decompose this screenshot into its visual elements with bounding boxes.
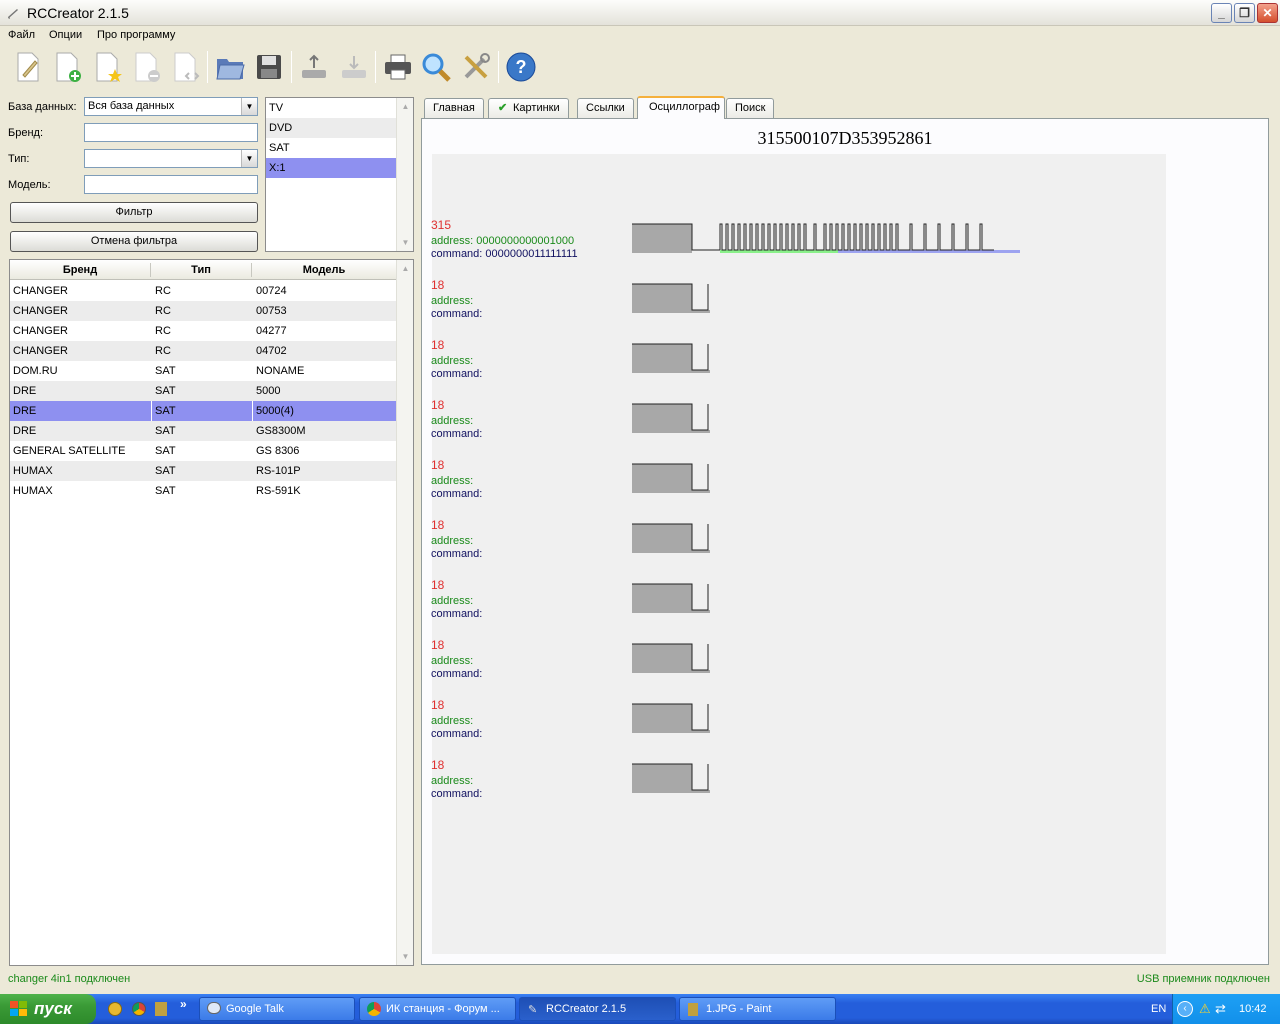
paint-icon: [688, 1003, 698, 1016]
network-icon[interactable]: ⇄: [1215, 1001, 1226, 1017]
waveform-burst: [632, 344, 692, 373]
waveform-pulse-train: [719, 223, 994, 251]
taskbar: пуск » Google Talk ИК станция - Форум ..…: [0, 994, 1280, 1024]
chat-bubble-icon: [207, 1002, 221, 1014]
task-label: RCCreator 2.1.5: [546, 1003, 627, 1015]
task-rccreator[interactable]: ✎ RCCreator 2.1.5: [519, 997, 676, 1021]
waveform-burst: [632, 644, 692, 673]
tray-expand-icon[interactable]: ‹: [1177, 1001, 1193, 1017]
task-label: ИК станция - Форум ...: [386, 1003, 500, 1015]
task-google-talk[interactable]: Google Talk: [199, 997, 355, 1021]
waveform-leader-burst: [632, 224, 692, 253]
clock: 10:42: [1239, 1003, 1267, 1015]
task-label: Google Talk: [226, 1003, 284, 1015]
more-icon[interactable]: »: [180, 997, 187, 1011]
waveform-burst: [632, 284, 692, 313]
windows-logo-icon: [10, 1001, 27, 1016]
app-icon: ✎: [528, 1004, 538, 1016]
waveform-burst: [632, 764, 692, 793]
task-paint[interactable]: 1.JPG - Paint: [679, 997, 836, 1021]
task-label: 1.JPG - Paint: [706, 1003, 772, 1015]
waveform-burst: [632, 524, 692, 553]
task-browser[interactable]: ИК станция - Форум ...: [359, 997, 516, 1021]
start-label: пуск: [34, 999, 72, 1018]
security-warning-icon[interactable]: ⚠: [1199, 1001, 1211, 1017]
chrome-icon[interactable]: [132, 1002, 146, 1016]
language-indicator[interactable]: EN: [1151, 1003, 1166, 1015]
waveform-burst: [632, 704, 692, 733]
status-usb: USB приемник подключен: [1136, 973, 1270, 985]
quicklaunch-app-icon[interactable]: [108, 1002, 122, 1016]
chrome-icon: [367, 1002, 381, 1016]
waveform-burst: [632, 584, 692, 613]
status-device: changer 4in1 подключен: [8, 973, 131, 985]
waveform-burst: [632, 404, 692, 433]
system-tray: ‹ ⚠ ⇄ 10:42: [1172, 994, 1280, 1024]
waveform-burst: [632, 464, 692, 493]
paint-quicklaunch-icon[interactable]: [155, 1002, 167, 1016]
tab-oscillograph[interactable]: Осциллограф: [637, 96, 725, 119]
waveforms: [632, 223, 1020, 793]
start-button[interactable]: пуск: [0, 994, 96, 1024]
